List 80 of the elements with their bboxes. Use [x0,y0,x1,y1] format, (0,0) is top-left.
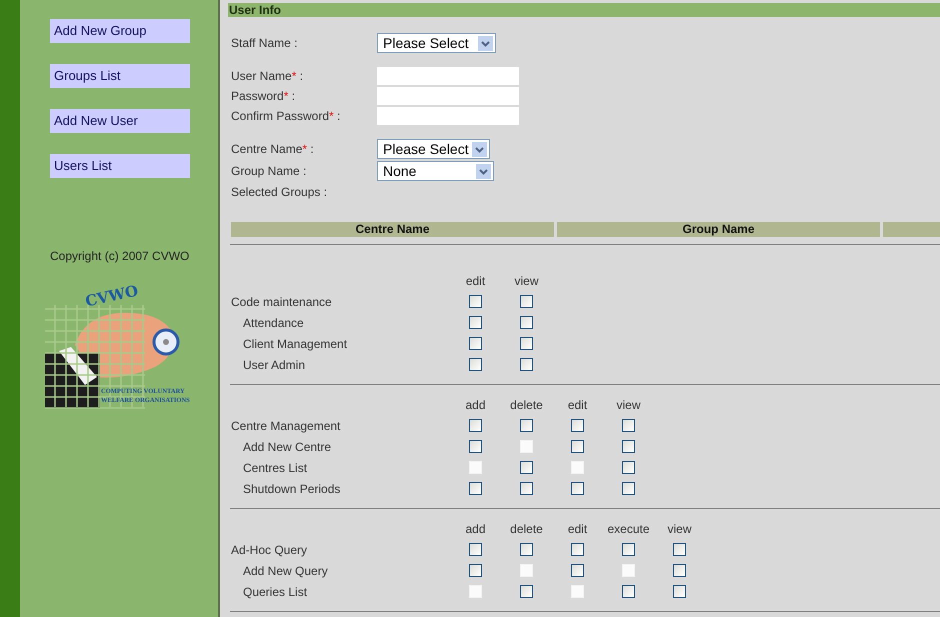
checkbox[interactable] [622,461,635,474]
checkbox[interactable] [520,543,533,556]
section-title: User Info [228,3,940,17]
checkbox[interactable] [571,419,584,432]
checkbox[interactable] [520,585,533,598]
field-label: Staff Name : [231,36,298,50]
column-header: view [666,522,692,536]
table-header-cell: Centre Name [231,222,554,237]
checkbox[interactable] [673,564,686,577]
column-header: view [513,274,540,288]
table-header-cell [883,222,940,237]
field-label: User Name* : [231,69,304,83]
chevron-icon [476,164,491,178]
module-label: Centre Management [231,418,342,432]
nav-link[interactable]: Groups List [50,64,190,88]
checkbox[interactable] [469,419,482,432]
checkbox[interactable] [469,316,482,329]
select-field[interactable]: Please Select [377,33,496,53]
function-label: Client Management [242,336,348,350]
checkbox[interactable] [469,295,482,308]
column-header: edit [566,398,588,412]
column-header: delete [509,522,544,536]
select-field[interactable]: Please Select [377,139,490,159]
column-header: view [615,398,642,412]
input-field[interactable] [377,87,519,105]
function-label: Attendance [242,316,305,330]
select-field[interactable]: None [377,161,494,181]
checkbox[interactable] [469,358,482,371]
function-label: Add New Query [242,564,329,578]
field-label: Group Name : [231,164,308,178]
checkbox[interactable] [469,482,482,495]
module-label: Ad-Hoc Query [231,542,308,556]
copyright-text: Copyright (c) 2007 CVWO [50,249,190,263]
checkbox[interactable] [673,543,686,556]
checkbox[interactable] [469,440,482,453]
chevron-icon [472,142,487,156]
function-label: Add New Centre [242,440,332,454]
checkbox[interactable] [571,482,584,495]
input-field[interactable] [377,107,519,125]
checkbox[interactable] [520,358,533,371]
column-header: add [464,522,487,536]
column-header: edit [464,274,486,288]
input-field[interactable] [377,67,519,85]
function-label: Centres List [242,460,308,474]
checkbox[interactable] [622,543,635,556]
checkbox[interactable] [571,543,584,556]
checkbox[interactable] [520,337,533,350]
checkbox[interactable] [469,564,482,577]
function-label: Queries List [242,584,308,598]
column-header: execute [606,522,651,536]
checkbox[interactable] [520,461,533,474]
function-label: Shutdown Periods [242,482,342,496]
checkbox[interactable] [520,295,533,308]
checkbox[interactable] [673,585,686,598]
checkbox[interactable] [571,440,584,453]
column-header: delete [509,398,544,412]
checkbox[interactable] [622,585,635,598]
column-header: edit [566,522,588,536]
field-label: Centre Name* : [231,142,315,156]
function-label: User Admin [242,358,306,372]
checkbox[interactable] [469,543,482,556]
table-header-cell: Group Name [557,222,880,237]
field-label: Password* : [231,89,296,103]
nav-link[interactable]: Add New Group [50,19,190,43]
checkbox[interactable] [520,316,533,329]
checkbox[interactable] [520,482,533,495]
field-label: Confirm Password* : [231,109,342,123]
field-label: Selected Groups : [231,185,328,199]
module-label: Code maintenance [231,294,333,308]
nav-link[interactable]: Users List [50,154,190,178]
column-header: add [464,398,487,412]
nav-link[interactable]: Add New User [50,109,190,133]
checkbox[interactable] [622,482,635,495]
checkbox[interactable] [622,440,635,453]
checkbox[interactable] [520,419,533,432]
logo-text: CVWO [84,282,140,310]
checkbox[interactable] [571,564,584,577]
checkbox[interactable] [469,337,482,350]
checkbox[interactable] [622,419,635,432]
chevron-icon [478,36,493,50]
